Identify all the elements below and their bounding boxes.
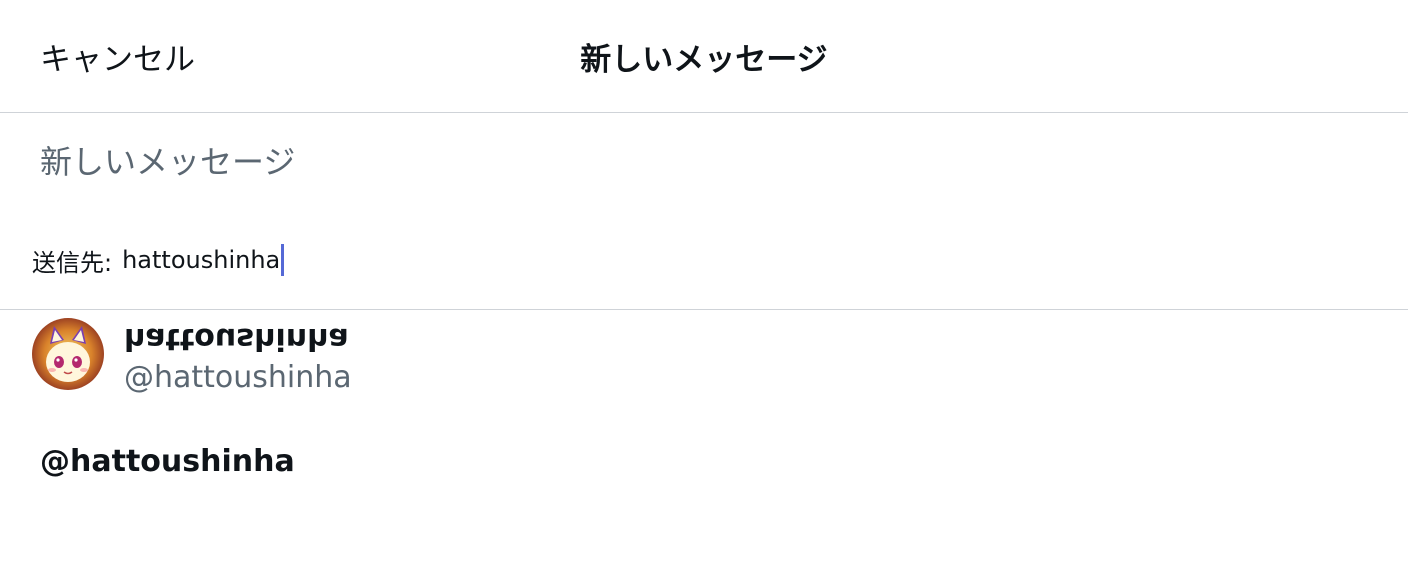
divider	[0, 309, 1408, 310]
recipient-field[interactable]: 送信先: hattoushinha	[32, 240, 285, 280]
text-caret	[281, 244, 285, 276]
new-message-sheet: キャンセル 新しいメッセージ 送信先: hattoushinha	[0, 0, 1408, 563]
result-handle: @hattoushinha	[124, 360, 352, 395]
result-display-name: hattoushinha	[124, 321, 349, 356]
page-title: 新しいメッセージ	[580, 42, 828, 78]
group-name-input[interactable]	[40, 140, 1370, 184]
search-suggestion[interactable]: @hattoushinha	[40, 444, 295, 479]
header: キャンセル 新しいメッセージ	[0, 0, 1408, 113]
recipient-label: 送信先:	[32, 248, 113, 277]
cat-avatar-icon	[32, 318, 104, 390]
search-result-item[interactable]: hattoushinha @hattoushinha	[0, 312, 1408, 402]
recipient-query: hattoushinha	[122, 246, 281, 274]
